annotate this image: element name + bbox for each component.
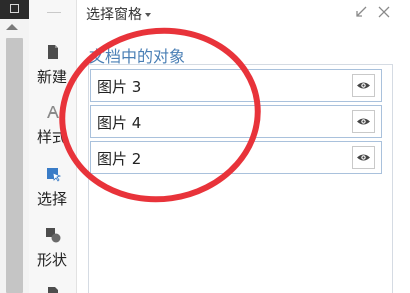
window-corner-icon xyxy=(10,4,19,13)
object-name: 图片 2 xyxy=(97,150,142,168)
toolbar-item-label: 选择 xyxy=(37,190,68,208)
chevron-down-icon xyxy=(145,13,151,17)
object-name: 图片 3 xyxy=(97,78,142,96)
list-item[interactable]: 图片 2 xyxy=(90,141,382,174)
scroll-up-arrow-icon[interactable] xyxy=(6,24,18,30)
visibility-toggle-button[interactable] xyxy=(352,146,375,169)
object-name: 图片 4 xyxy=(97,114,142,132)
toolbar-item-select[interactable]: 选择 xyxy=(29,166,76,210)
toolbar-grip xyxy=(47,12,61,13)
select-icon xyxy=(47,168,61,182)
visibility-toggle-button[interactable] xyxy=(352,74,375,97)
eye-icon xyxy=(357,118,370,125)
window-corner xyxy=(0,0,29,19)
toolbar-item-shape[interactable]: 形状 xyxy=(29,227,76,271)
scrollbar-thumb[interactable] xyxy=(6,38,23,293)
toolbar-item-label: 样式 xyxy=(37,128,68,146)
list-item[interactable]: 图片 4 xyxy=(90,105,382,138)
pane-title: 选择窗格 xyxy=(86,7,142,23)
style-icon xyxy=(47,106,59,118)
restore-icon[interactable] xyxy=(354,5,368,19)
object-list: 图片 3 图片 4 图片 2 xyxy=(88,64,393,293)
task-pane-toolbar: 新建 样式 选择 形状 xyxy=(29,0,77,293)
toolbar-item-new[interactable]: 新建 xyxy=(29,44,76,88)
toolbar-item-style[interactable]: 样式 xyxy=(29,104,76,148)
selection-pane: 选择窗格 文档中的对象 图片 3 图片 4 图片 2 xyxy=(77,0,410,293)
visibility-toggle-button[interactable] xyxy=(352,110,375,133)
eye-icon xyxy=(357,154,370,161)
new-document-icon xyxy=(48,45,58,59)
pane-title-menu[interactable]: 选择窗格 xyxy=(86,4,151,24)
list-item[interactable]: 图片 3 xyxy=(90,69,382,102)
toolbar-item-label: 形状 xyxy=(37,251,68,269)
more-tools-icon[interactable] xyxy=(45,286,61,293)
close-icon[interactable] xyxy=(377,5,391,19)
eye-icon xyxy=(357,82,370,89)
toolbar-item-label: 新建 xyxy=(37,68,68,86)
shape-icon xyxy=(46,228,61,243)
left-scrollbar[interactable] xyxy=(0,0,29,293)
